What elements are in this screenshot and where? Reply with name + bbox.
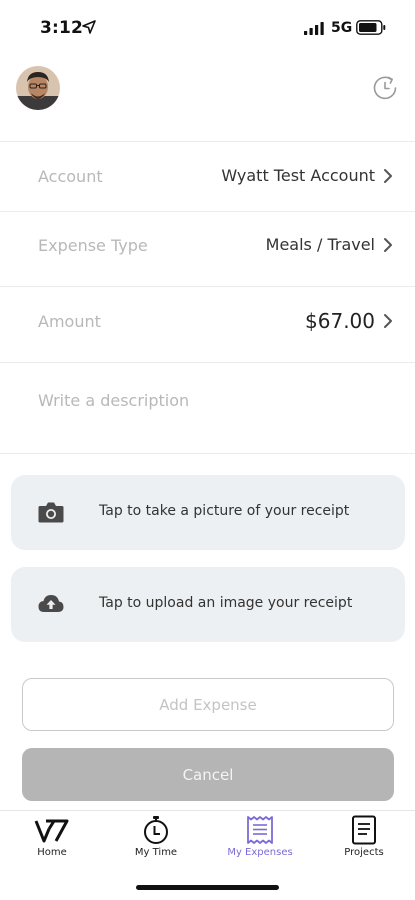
account-label: Account — [38, 167, 103, 186]
tab-my-time-label: My Time — [134, 847, 178, 858]
chevron-right-icon — [384, 238, 392, 252]
receipt-icon — [247, 816, 273, 844]
status-bar: 3:12 5G — [0, 0, 415, 56]
chevron-right-icon — [384, 314, 392, 328]
avatar-image — [16, 66, 60, 110]
status-time: 3:12 — [40, 18, 84, 38]
history-clock-icon[interactable] — [371, 74, 399, 102]
amount-label: Amount — [38, 312, 101, 331]
cloud-upload-icon — [38, 595, 64, 612]
battery-icon — [356, 20, 386, 35]
location-arrow-icon — [82, 20, 96, 34]
avatar[interactable] — [16, 66, 60, 110]
stopwatch-icon — [144, 816, 168, 844]
expense-type-row[interactable]: Expense Type Meals / Travel — [0, 211, 415, 286]
tab-home[interactable]: Home — [0, 815, 104, 871]
tab-my-time[interactable]: My Time — [104, 815, 208, 871]
take-photo-card[interactable]: Tap to take a picture of your receipt — [11, 475, 405, 550]
tab-projects-label: Projects — [344, 847, 384, 858]
upload-image-card[interactable]: Tap to upload an image your receipt — [11, 567, 405, 642]
tab-projects[interactable]: Projects — [312, 815, 415, 871]
amount-row[interactable]: Amount $67.00 — [0, 286, 415, 362]
account-row[interactable]: Account Wyatt Test Account — [0, 141, 415, 211]
chevron-right-icon — [384, 169, 392, 183]
tab-home-label: Home — [37, 847, 67, 858]
home-indicator — [136, 885, 279, 890]
amount-value: $67.00 — [305, 309, 375, 333]
account-value: Wyatt Test Account — [221, 166, 375, 185]
signal-icon — [304, 22, 324, 35]
add-expense-button[interactable]: Add Expense — [22, 678, 394, 731]
network-label: 5G — [331, 20, 353, 36]
document-icon — [352, 815, 376, 845]
expense-type-label: Expense Type — [38, 236, 148, 255]
cancel-button[interactable]: Cancel — [22, 748, 394, 801]
expense-type-value: Meals / Travel — [265, 235, 375, 254]
take-photo-label: Tap to take a picture of your receipt — [99, 503, 350, 519]
upload-image-label: Tap to upload an image your receipt — [99, 595, 353, 611]
tab-my-expenses-label: My Expenses — [227, 847, 293, 858]
tab-my-expenses[interactable]: My Expenses — [208, 815, 312, 871]
description-field[interactable]: Write a description — [0, 362, 415, 454]
logo-icon — [34, 819, 69, 843]
camera-icon — [38, 502, 64, 523]
description-placeholder: Write a description — [38, 391, 190, 410]
